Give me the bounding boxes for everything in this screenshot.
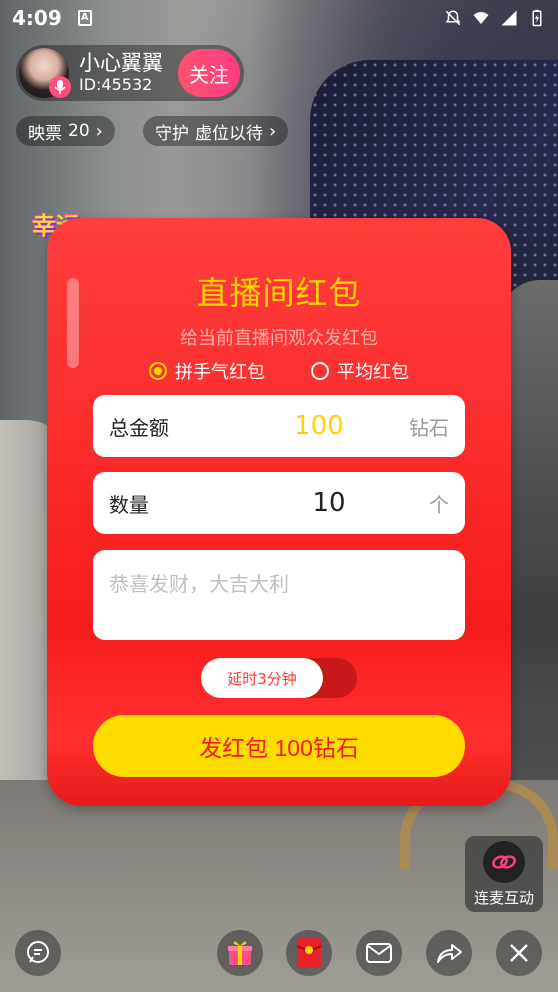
host-name: 小心翼翼 [79,51,163,75]
radio-label: 平均红包 [337,362,409,383]
amount-unit: 钻石 [409,415,449,440]
status-bar: 4:09 A [0,0,558,36]
lianmai-label: 连麦互动 [473,888,534,907]
notifications-off-icon [445,10,461,26]
host-id: ID:45532 [79,75,153,94]
link-icon [483,840,525,883]
amount-label: 总金额 [109,415,169,440]
radio-lucky-packet[interactable]: 拼手气红包 [149,358,265,384]
guard-label: 守护 [155,123,189,144]
ticket-label: 映票 [28,123,62,144]
count-unit: 个 [429,492,449,517]
gift-icon [228,941,252,965]
status-time: 4:09 [12,6,62,30]
guard-pill[interactable]: 守护 虚位以待 › [143,116,289,146]
chevron-right-icon: › [269,120,277,142]
battery-icon [532,9,542,27]
radio-unselected-icon [311,362,329,380]
amount-field[interactable]: 总金额 100 钻石 [93,395,465,457]
close-icon [510,944,528,962]
message-field[interactable]: 恭喜发财，大吉大利 [93,550,465,640]
amount-value[interactable]: 100 [229,411,409,441]
delay-toggle[interactable]: 延时3分钟 [201,658,357,698]
count-value[interactable]: 10 [229,488,429,518]
host-info[interactable]: 小心翼翼 ID:45532 关注 [16,45,244,101]
status-icons [444,9,546,27]
panel-title: 直播间红包 [196,274,362,312]
host-text: 小心翼翼 ID:45532 [79,51,163,95]
guard-value: 虚位以待 [195,123,263,144]
red-packet-panel: 直播间红包 给当前直播间观众发红包 拼手气红包 平均红包 总金额 100 钻石 … [47,218,511,806]
mail-icon [366,943,392,963]
radio-selected-icon [149,362,167,380]
ticket-count: 20 [68,121,90,141]
message-button[interactable] [356,930,402,976]
packet-type-options: 拼手气红包 平均红包 [47,358,511,384]
chat-button[interactable] [15,930,61,976]
host-avatar[interactable] [19,48,71,98]
follow-button[interactable]: 关注 [178,49,240,97]
radio-label: 拼手气红包 [175,362,265,383]
share-button[interactable] [426,930,472,976]
chat-icon [27,941,49,963]
red-packet-icon [296,938,322,968]
a-notification-icon: A [77,10,92,26]
share-icon [437,944,462,963]
red-packet-button[interactable] [286,930,332,976]
ticket-pill[interactable]: 映票 20 › [16,116,115,146]
chevron-right-icon: › [95,120,103,142]
lianmai-button[interactable]: 连麦互动 [465,836,543,912]
close-button[interactable] [496,930,542,976]
radio-equal-packet[interactable]: 平均红包 [311,358,409,384]
count-field[interactable]: 数量 10 个 [93,472,465,534]
send-red-packet-button[interactable]: 发红包 100钻石 [93,715,465,777]
delay-label: 延时3分钟 [201,658,323,698]
signal-icon [501,10,517,26]
panel-subtitle: 给当前直播间观众发红包 [180,328,378,349]
mic-icon [49,76,71,98]
count-label: 数量 [109,492,149,517]
gift-button[interactable] [217,930,263,976]
wifi-icon [473,12,489,24]
